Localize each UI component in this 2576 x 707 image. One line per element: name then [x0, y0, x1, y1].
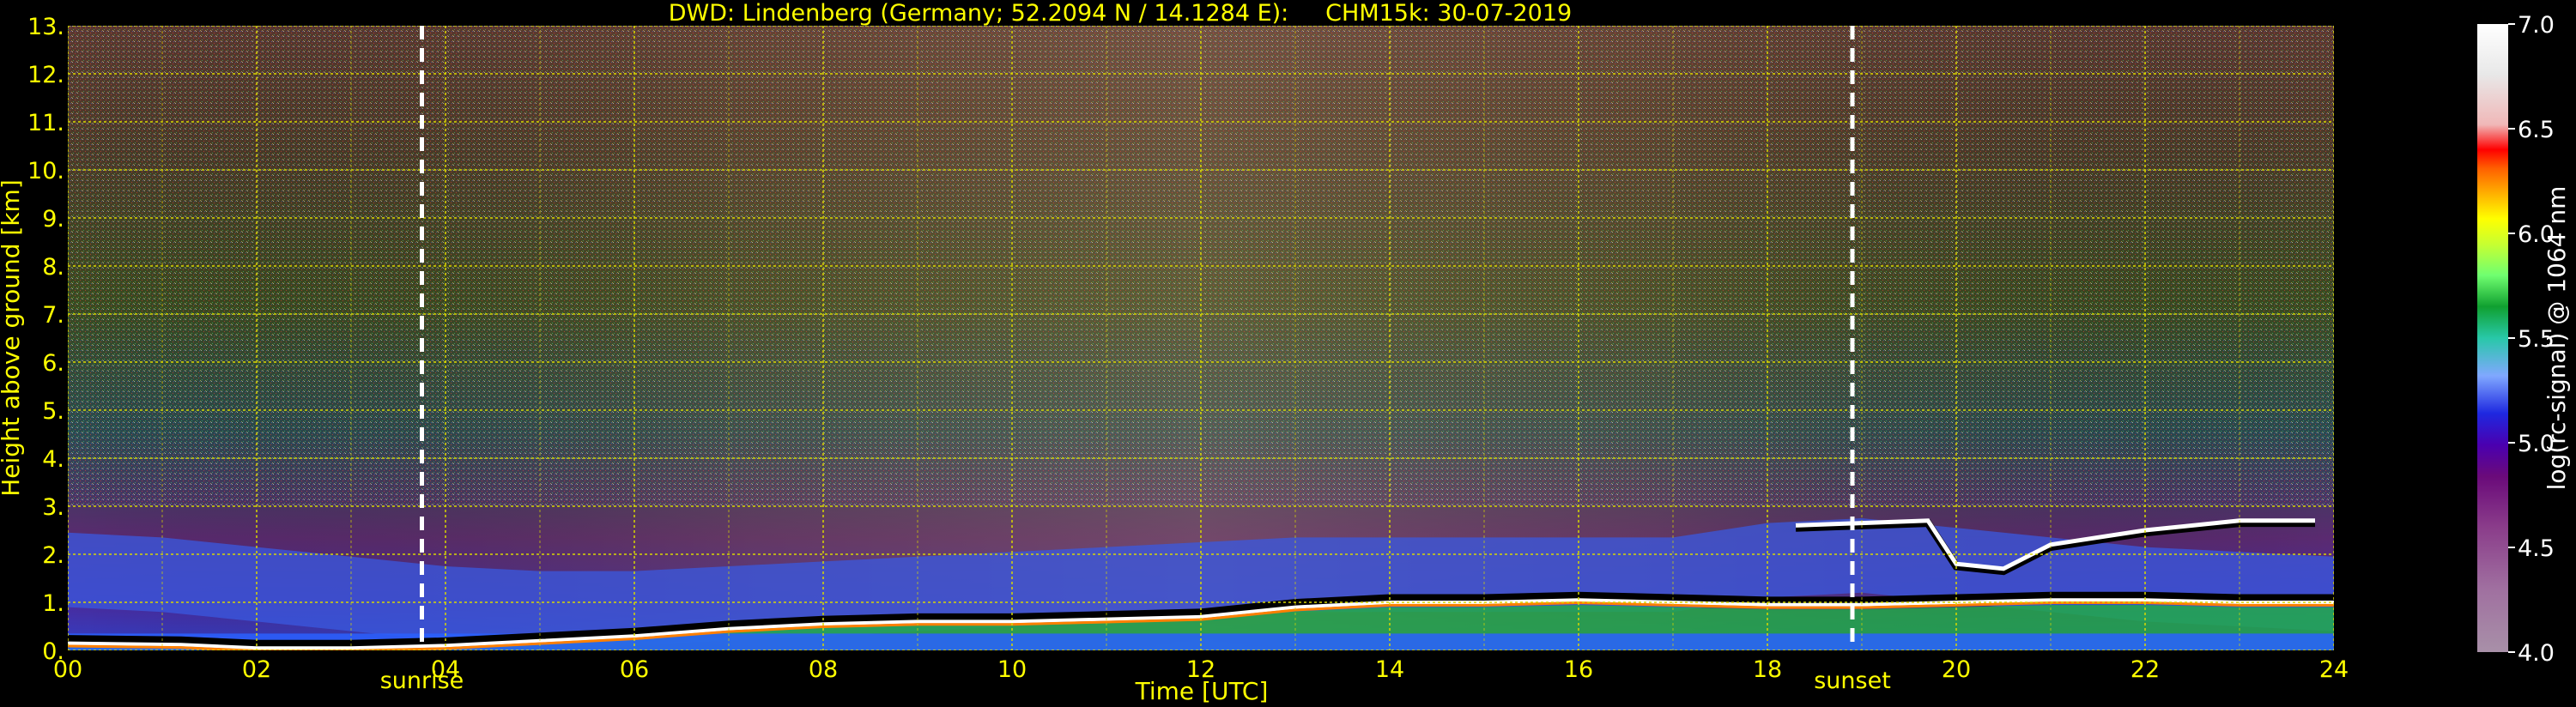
y-tick-label: 12.	[27, 62, 64, 88]
lidar-chart: DWD: Lindenberg (Germany; 52.2094 N / 14…	[0, 0, 2571, 705]
sunrise-label: sunrise	[380, 668, 464, 694]
y-tick-label: 11.	[27, 110, 64, 136]
colorbar-tick-label: 7.0	[2518, 12, 2555, 39]
x-tick-label: 10	[997, 656, 1027, 683]
y-tick-label: 2.	[42, 542, 64, 569]
sunset-label: sunset	[1814, 668, 1891, 694]
colorbar-tick-label: 4.5	[2518, 535, 2555, 562]
x-tick-label: 16	[1564, 656, 1593, 683]
y-tick-label: 9.	[42, 206, 64, 233]
y-axis-label: Height above ground [km]	[0, 179, 25, 497]
chart-title: DWD: Lindenberg (Germany; 52.2094 N / 14…	[669, 0, 1572, 27]
colorbar-tick-label: 6.5	[2518, 117, 2555, 143]
colorbar-tick-label: 4.0	[2518, 640, 2555, 667]
y-tick-label: 6.	[42, 350, 64, 377]
x-tick-label: 02	[242, 656, 271, 683]
y-tick-label: 3.	[42, 494, 64, 521]
x-tick-label: 22	[2131, 656, 2160, 683]
colorbar-label: log(rc-signal) @ 1064 nm	[2543, 186, 2571, 491]
y-tick-label: 8.	[42, 254, 64, 281]
x-tick-label: 20	[1942, 656, 1971, 683]
y-axis-ticks: 0. 1. 2. 3. 4. 5. 6. 7. 8. 9. 10. 11. 12. 13.	[27, 14, 64, 665]
y-tick-label: 10.	[27, 158, 64, 184]
x-tick-label: 18	[1753, 656, 1782, 683]
y-tick-label: 1.	[42, 590, 64, 617]
y-tick-label: 5.	[42, 398, 64, 425]
x-axis-label: Time [UTC]	[1135, 677, 1269, 705]
y-tick-label: 4.	[42, 446, 64, 473]
colorbar	[2477, 24, 2508, 652]
x-tick-label: 14	[1375, 656, 1404, 683]
y-tick-label: 7.	[42, 302, 64, 329]
x-tick-label: 24	[2319, 656, 2349, 683]
y-tick-label: 13.	[27, 14, 64, 40]
y-tick-label: 0.	[42, 638, 64, 665]
x-tick-label: 08	[809, 656, 838, 683]
x-tick-label: 06	[620, 656, 649, 683]
